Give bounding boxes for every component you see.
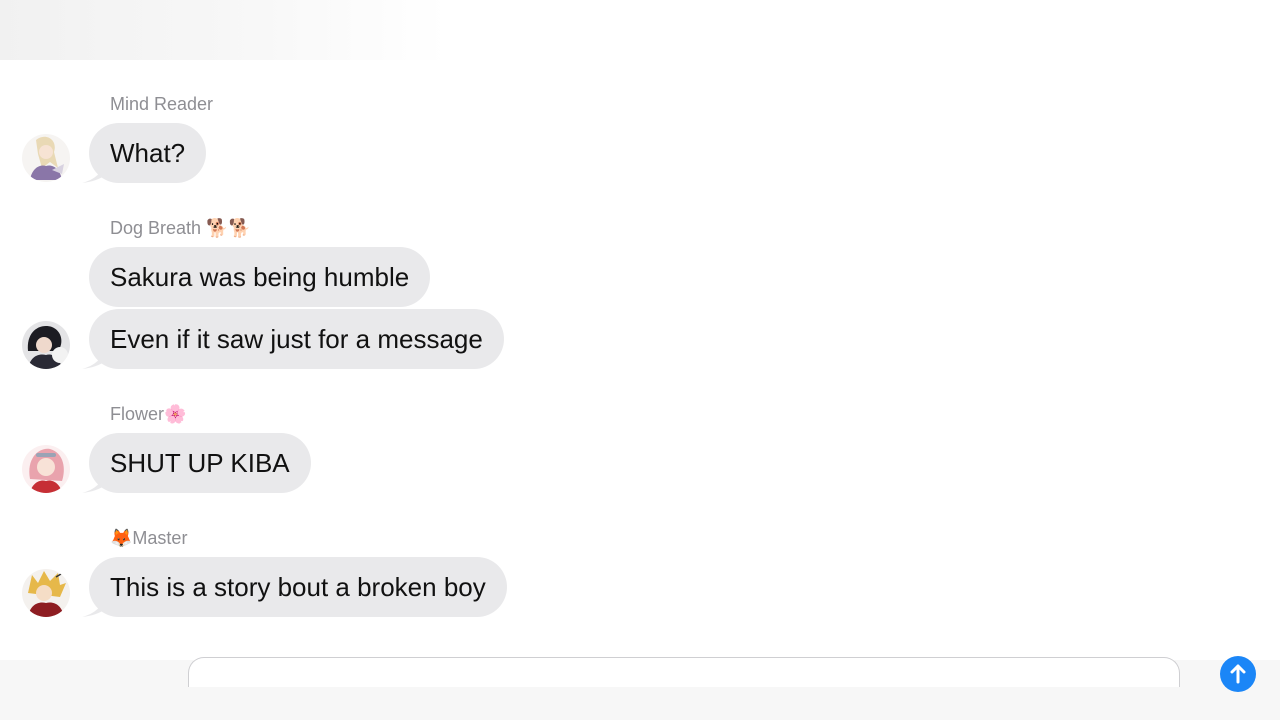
sender-name: 🦊Master	[110, 527, 187, 549]
sender-name: Dog Breath 🐕🐕	[110, 217, 251, 239]
dark-haired-character-avatar-icon	[22, 321, 70, 369]
message-bubble[interactable]: Even if it saw just for a message	[89, 309, 504, 369]
message-text: What?	[110, 138, 186, 168]
blonde-character-avatar-icon	[22, 134, 70, 182]
messages-screen: Mind Reader What? Dog Breath 🐕🐕 Sakura w…	[0, 0, 1280, 720]
pink-haired-character-avatar-icon	[22, 445, 70, 493]
message-bubble[interactable]: This is a story bout a broken boy	[89, 557, 507, 617]
compose-bar	[0, 656, 1280, 720]
dog-emoji-icon: 🐕🐕	[206, 218, 251, 238]
avatar[interactable]	[22, 569, 70, 617]
message-text: Sakura was being humble	[110, 262, 410, 292]
fox-emoji-icon: 🦊	[110, 528, 133, 548]
message-thread[interactable]: Mind Reader What? Dog Breath 🐕🐕 Sakura w…	[0, 0, 1280, 660]
message-text: This is a story bout a broken boy	[110, 572, 486, 602]
sender-name: Flower🌸	[110, 403, 186, 425]
message-input[interactable]	[188, 657, 1180, 687]
cherry-blossom-emoji-icon: 🌸	[164, 404, 187, 424]
sender-name: Mind Reader	[110, 93, 213, 115]
avatar[interactable]	[22, 134, 70, 182]
sender-label: Mind Reader	[110, 94, 214, 114]
message-bubble[interactable]: What?	[89, 123, 207, 183]
arrow-up-icon	[1230, 664, 1246, 684]
blond-character-avatar-icon	[22, 569, 70, 617]
sender-label: Dog Breath	[110, 218, 202, 238]
message-text: SHUT UP KIBA	[110, 448, 290, 478]
message-bubble[interactable]: Sakura was being humble	[89, 247, 431, 307]
send-button[interactable]	[1220, 656, 1256, 692]
sender-label: Flower	[110, 404, 165, 424]
sender-label: Master	[132, 528, 188, 548]
message-text: Even if it saw just for a message	[110, 324, 483, 354]
avatar[interactable]	[22, 445, 70, 493]
avatar[interactable]	[22, 321, 70, 369]
message-bubble[interactable]: SHUT UP KIBA	[89, 433, 311, 493]
